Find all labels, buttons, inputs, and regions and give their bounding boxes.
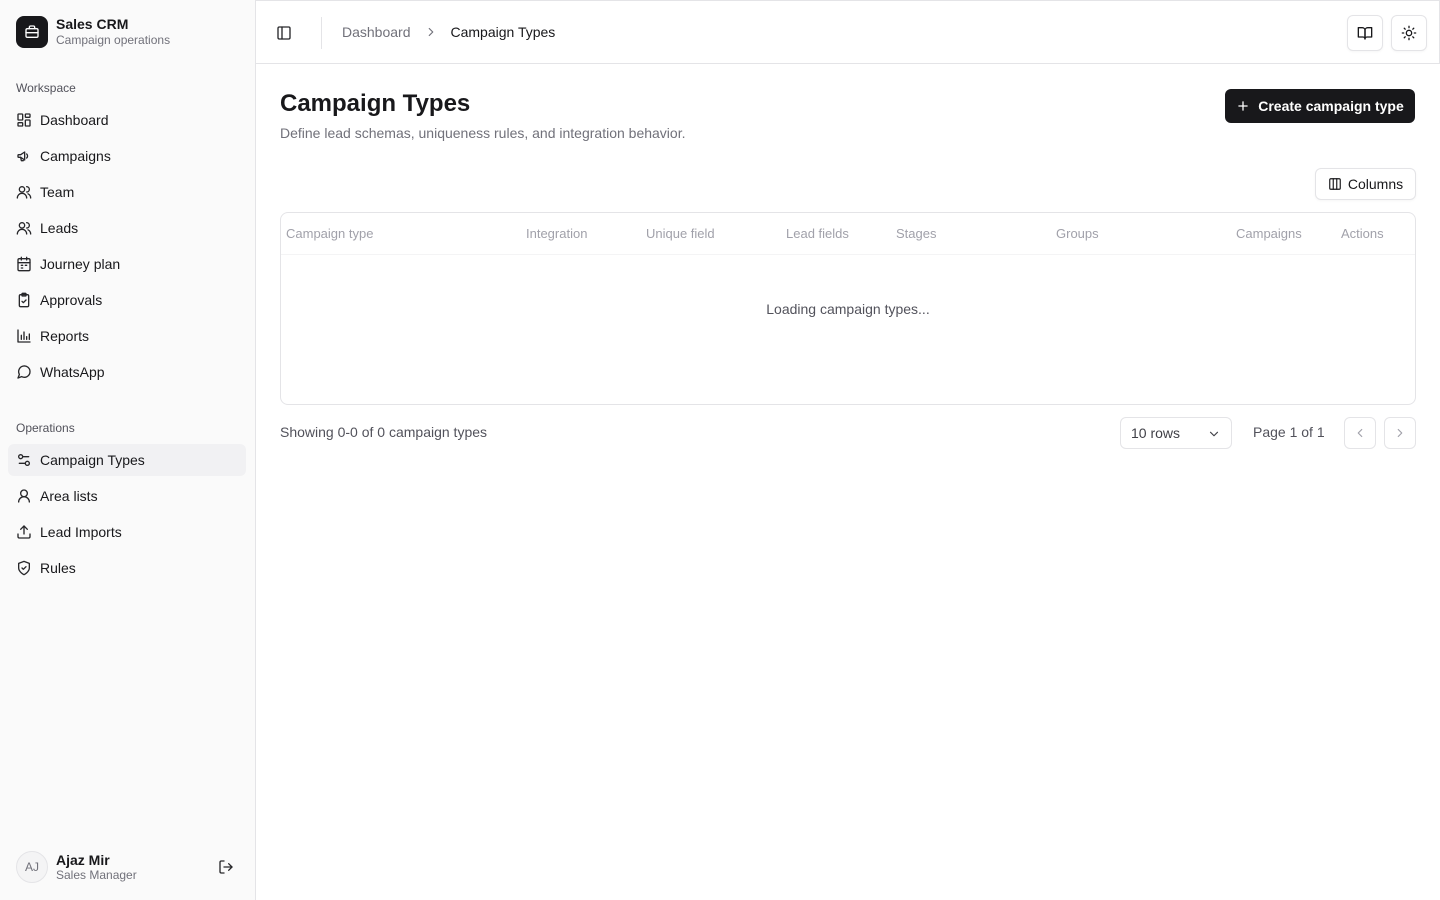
rows-per-page-select[interactable]: 10 rows <box>1120 417 1232 449</box>
workspace-nav: Dashboard Campaigns Team Leads Journey p… <box>8 104 246 392</box>
sidebar-item-whatsapp[interactable]: WhatsApp <box>8 356 246 388</box>
avatar[interactable]: AJ <box>16 851 48 883</box>
table-header: Campaign type Integration Unique field L… <box>281 213 1415 255</box>
sidebar-item-label: Approvals <box>40 292 103 308</box>
sidebar-item-label: Campaign Types <box>40 452 145 468</box>
breadcrumb-current: Campaign Types <box>450 24 556 40</box>
operations-section-label: Operations <box>16 421 75 435</box>
breadcrumb: Dashboard Campaign Types <box>342 24 555 40</box>
sidebar-item-reports[interactable]: Reports <box>8 320 246 352</box>
sidebar-item-dashboard[interactable]: Dashboard <box>8 104 246 136</box>
results-summary: Showing 0-0 of 0 campaign types <box>280 424 488 440</box>
column-header-lead-fields[interactable]: Lead fields <box>786 226 849 241</box>
sidebar: Sales CRM Campaign operations Workspace … <box>0 0 256 900</box>
bar-chart-icon <box>16 328 32 344</box>
briefcase-icon <box>16 16 48 48</box>
user-name: Ajaz Mir <box>56 851 110 868</box>
sidebar-item-label: Leads <box>40 220 79 236</box>
brand-subtitle: Campaign operations <box>56 33 171 47</box>
columns-icon <box>1328 177 1348 191</box>
create-button-label: Create campaign type <box>1258 98 1404 114</box>
chevron-right-icon <box>1393 426 1407 440</box>
next-page-button[interactable] <box>1384 417 1416 449</box>
breadcrumb-dashboard-link[interactable]: Dashboard <box>342 24 411 40</box>
sidebar-item-label: Team <box>40 184 75 200</box>
sidebar-item-leads[interactable]: Leads <box>8 212 246 244</box>
clipboard-check-icon <box>16 292 32 308</box>
column-header-campaigns[interactable]: Campaigns <box>1236 226 1302 241</box>
user-profile: AJ Ajaz Mir Sales Manager <box>16 851 240 883</box>
sidebar-item-label: Dashboard <box>40 112 109 128</box>
top-bar: Dashboard Campaign Types <box>256 0 1440 64</box>
page-indicator: Page 1 of 1 <box>1253 424 1325 440</box>
chevron-right-icon <box>424 25 438 39</box>
users-icon <box>16 184 32 200</box>
docs-button[interactable] <box>1347 15 1383 51</box>
sidebar-item-label: Campaigns <box>40 148 111 164</box>
book-open-icon <box>1357 25 1373 41</box>
brand-title: Sales CRM <box>56 16 129 32</box>
operations-nav: Campaign Types Area lists Lead Imports R… <box>8 444 246 588</box>
shield-check-icon <box>16 560 32 576</box>
rows-per-page-value: 10 rows <box>1131 425 1181 441</box>
calendar-icon <box>16 256 32 272</box>
sidebar-item-team[interactable]: Team <box>8 176 246 208</box>
message-circle-icon <box>16 364 32 380</box>
columns-button[interactable]: Columns <box>1315 168 1416 200</box>
previous-page-button[interactable] <box>1344 417 1376 449</box>
user-role: Sales Manager <box>56 867 137 882</box>
sidebar-item-label: WhatsApp <box>40 364 105 380</box>
sidebar-item-approvals[interactable]: Approvals <box>8 284 246 316</box>
chevron-left-icon <box>1353 426 1367 440</box>
sliders-icon <box>16 452 32 468</box>
column-header-integration[interactable]: Integration <box>526 226 587 241</box>
sidebar-toggle-icon[interactable] <box>276 25 292 41</box>
page-title: Campaign Types <box>280 90 471 117</box>
users-icon <box>16 220 32 236</box>
megaphone-icon <box>16 148 32 164</box>
sidebar-item-label: Rules <box>40 560 76 576</box>
column-header-campaign-type[interactable]: Campaign type <box>286 226 373 241</box>
loading-message: Loading campaign types... <box>766 301 930 317</box>
campaign-types-table: Campaign type Integration Unique field L… <box>280 212 1416 405</box>
brand[interactable]: Sales CRM Campaign operations <box>16 16 170 48</box>
sun-icon <box>1401 25 1417 41</box>
create-campaign-type-button[interactable]: Create campaign type <box>1225 89 1415 123</box>
page-description: Define lead schemas, uniqueness rules, a… <box>280 125 686 141</box>
user-pin-icon <box>16 488 32 504</box>
sidebar-item-label: Area lists <box>40 488 98 504</box>
sidebar-item-area-lists[interactable]: Area lists <box>8 480 246 512</box>
logout-icon[interactable] <box>218 859 234 875</box>
main-content: Dashboard Campaign Types Campaign Types … <box>256 0 1440 900</box>
sidebar-item-journey-plan[interactable]: Journey plan <box>8 248 246 280</box>
sidebar-item-campaign-types[interactable]: Campaign Types <box>8 444 246 476</box>
theme-toggle-button[interactable] <box>1391 15 1427 51</box>
column-header-stages[interactable]: Stages <box>896 226 936 241</box>
column-header-groups[interactable]: Groups <box>1056 226 1099 241</box>
sidebar-item-label: Lead Imports <box>40 524 122 540</box>
column-header-unique-field[interactable]: Unique field <box>646 226 715 241</box>
column-header-actions: Actions <box>1341 226 1384 241</box>
sidebar-item-campaigns[interactable]: Campaigns <box>8 140 246 172</box>
upload-icon <box>16 524 32 540</box>
layout-grid-icon <box>16 112 32 128</box>
workspace-section-label: Workspace <box>16 81 76 95</box>
plus-icon <box>1236 99 1258 113</box>
sidebar-item-lead-imports[interactable]: Lead Imports <box>8 516 246 548</box>
sidebar-item-label: Journey plan <box>40 256 121 272</box>
columns-button-label: Columns <box>1347 176 1404 192</box>
sidebar-item-rules[interactable]: Rules <box>8 552 246 584</box>
sidebar-item-label: Reports <box>40 328 90 344</box>
divider <box>321 17 322 49</box>
